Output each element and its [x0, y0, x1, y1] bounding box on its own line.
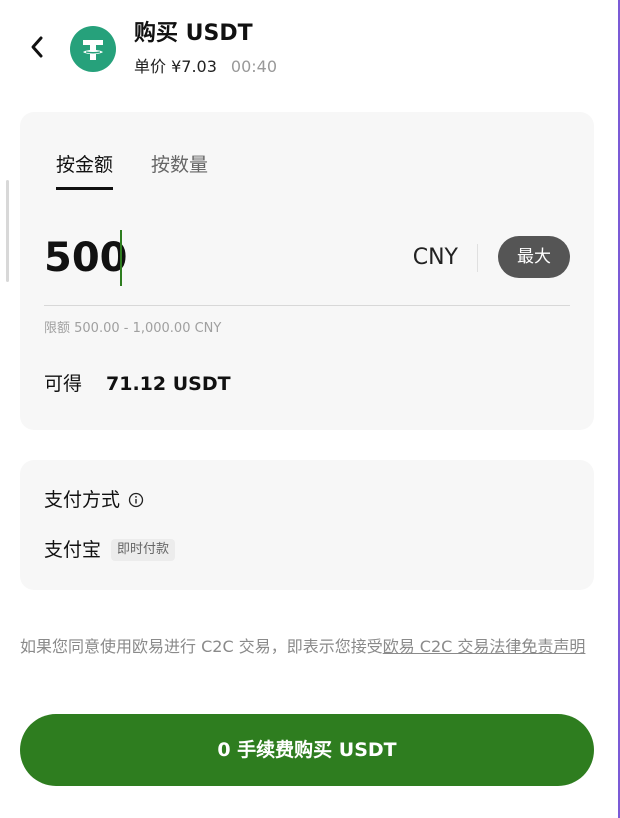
- chevron-left-icon: [31, 36, 43, 58]
- payment-option-alipay[interactable]: 支付宝 即时付款: [44, 536, 176, 564]
- back-button[interactable]: [22, 32, 52, 62]
- limit-text: 限额 500.00 - 1,000.00 CNY: [44, 321, 222, 336]
- input-mode-tabs: 按金额 按数量: [56, 152, 208, 190]
- payment-method-row: 支付方式: [44, 486, 144, 514]
- max-button[interactable]: 最大: [498, 236, 570, 278]
- disclaimer-link[interactable]: 欧易 C2C 交易法律免责声明: [383, 637, 586, 656]
- receive-row: 可得 71.12 USDT: [44, 370, 231, 398]
- tab-by-quantity[interactable]: 按数量: [151, 152, 208, 190]
- payment-card: 支付方式 支付宝 即时付款: [20, 460, 594, 590]
- amount-input-row: 500 CNY 最大: [44, 226, 570, 290]
- info-icon[interactable]: [128, 492, 144, 508]
- header: 购买 USDT 单价 ¥7.03 00:40: [0, 0, 618, 96]
- amount-card: 按金额 按数量 500 CNY 最大 限额 500.00 - 1,000.00 …: [20, 112, 594, 430]
- page-title: 购买 USDT: [134, 21, 253, 46]
- payment-method-label: 支付方式: [44, 489, 121, 511]
- separator: [477, 244, 478, 272]
- disclaimer: 如果您同意使用欧易进行 C2C 交易，即表示您接受欧易 C2C 交易法律免责声明: [20, 632, 598, 662]
- receive-value: 71.12 USDT: [106, 373, 231, 395]
- tab-by-amount[interactable]: 按金额: [56, 152, 114, 190]
- text-cursor: [120, 230, 122, 286]
- buy-button[interactable]: 0 手续费购买 USDT: [20, 714, 594, 786]
- payment-speed-tag: 即时付款: [111, 539, 176, 561]
- disclaimer-text: 如果您同意使用欧易进行 C2C 交易，即表示您接受: [20, 637, 383, 656]
- tether-usdt-icon: [70, 26, 116, 72]
- unit-price: 单价 ¥7.03: [134, 57, 217, 76]
- price-row: 单价 ¥7.03 00:40: [134, 56, 277, 78]
- payment-method-name: 支付宝: [44, 539, 102, 561]
- amount-input[interactable]: 500: [44, 230, 128, 286]
- scroll-indicator: [6, 180, 9, 282]
- receive-label: 可得: [44, 373, 83, 395]
- divider: [44, 305, 570, 306]
- countdown-timer: 00:40: [230, 57, 278, 76]
- currency-label: CNY: [412, 245, 458, 270]
